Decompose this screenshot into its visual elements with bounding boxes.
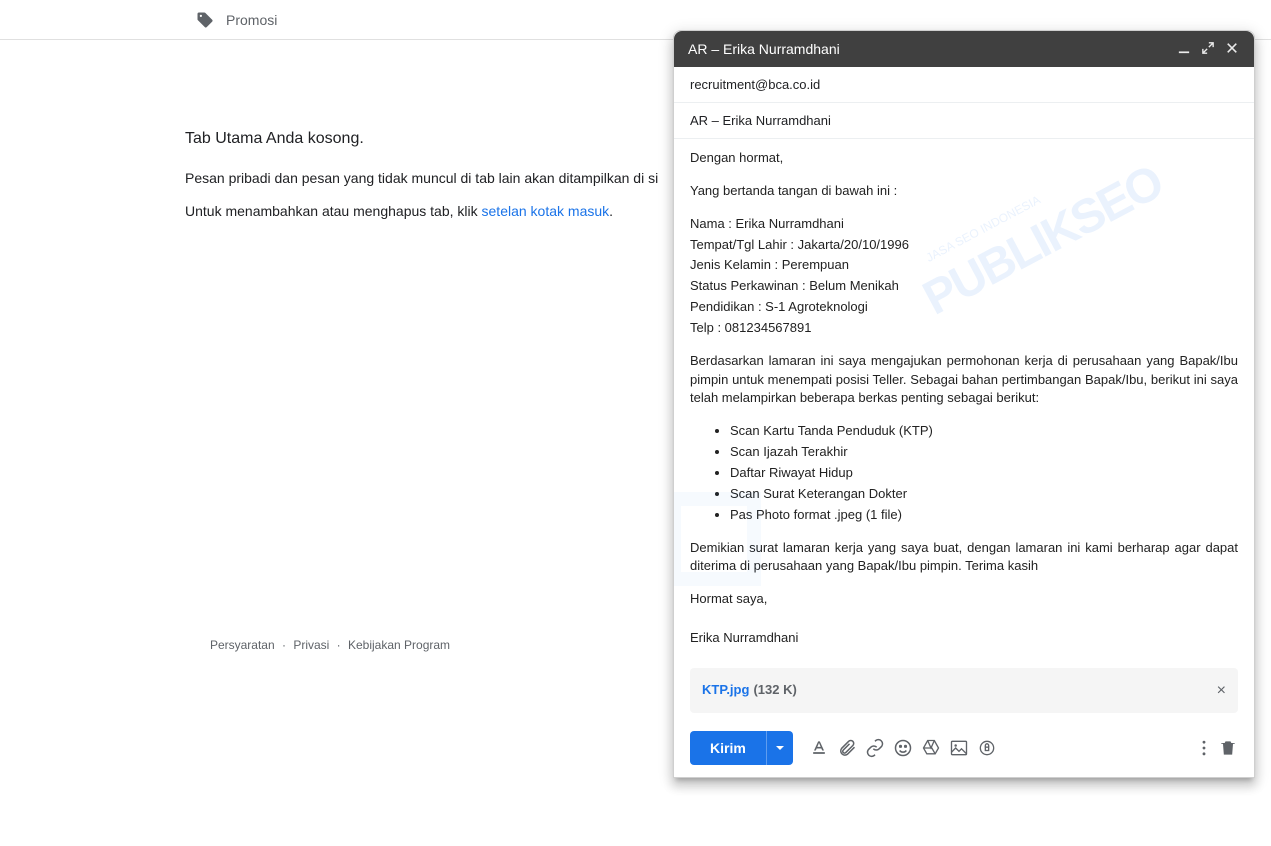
confidential-icon[interactable]	[977, 738, 997, 758]
image-icon[interactable]	[949, 738, 969, 758]
tag-icon	[196, 11, 214, 29]
body-detail-line: Telp : 081234567891	[690, 319, 1238, 338]
close-icon[interactable]	[1226, 42, 1240, 56]
send-more-button[interactable]	[766, 731, 793, 765]
footer-privacy[interactable]: Privasi	[291, 638, 331, 652]
body-paragraph-2: Demikian surat lamaran kerja yang saya b…	[690, 539, 1238, 577]
subject-field[interactable]: AR – Erika Nurramdhani	[674, 103, 1254, 139]
empty-title: Tab Utama Anda kosong.	[185, 130, 660, 148]
attachment-icon[interactable]	[837, 738, 857, 758]
body-intro: Yang bertanda tangan di bawah ini :	[690, 182, 1238, 201]
attachment-chip[interactable]: KTP.jpg(132 K) ×	[690, 668, 1238, 713]
to-field[interactable]: recruitment@bca.co.id	[674, 67, 1254, 103]
attachment-chips: KTP.jpg(132 K)×Ijazah.jpg(132 K)×Daftar …	[690, 668, 1238, 719]
format-text-icon[interactable]	[809, 738, 829, 758]
compose-window: AR – Erika Nurramdhani recruitment@bca.c…	[673, 30, 1255, 778]
attachment-size: (132 K)	[753, 681, 796, 700]
footer-links: Persyaratan · Privasi · Kebijakan Progra…	[0, 638, 660, 652]
body-salutation: Dengan hormat,	[690, 149, 1238, 168]
body-detail-line: Tempat/Tgl Lahir : Jakarta/20/10/1996	[690, 236, 1238, 255]
delete-icon[interactable]	[1218, 738, 1238, 758]
body-bullet-item: Scan Surat Keterangan Dokter	[730, 485, 1238, 504]
expand-icon[interactable]	[1202, 42, 1216, 56]
body-attachment-list: Scan Kartu Tanda Penduduk (KTP) Scan Ijaz…	[730, 422, 1238, 524]
compose-header[interactable]: AR – Erika Nurramdhani	[674, 31, 1254, 67]
body-bullet-item: Scan Ijazah Terakhir	[730, 443, 1238, 462]
empty-line-1: Pesan pribadi dan pesan yang tidak muncu…	[185, 168, 660, 189]
empty-line-2: Untuk menambahkan atau menghapus tab, kl…	[185, 201, 660, 222]
drive-icon[interactable]	[921, 738, 941, 758]
inbox-settings-link[interactable]: setelan kotak masuk	[482, 203, 610, 219]
attachment-name: KTP.jpg	[702, 681, 749, 700]
compose-toolbar: Kirim	[674, 719, 1254, 777]
link-icon[interactable]	[865, 738, 885, 758]
minimize-icon[interactable]	[1178, 42, 1192, 56]
body-detail-line: Status Perkawinan : Belum Menikah	[690, 277, 1238, 296]
body-detail-line: Jenis Kelamin : Perempuan	[690, 256, 1238, 275]
body-closing: Hormat saya,	[690, 590, 1238, 609]
body-detail-line: Pendidikan : S-1 Agroteknologi	[690, 298, 1238, 317]
more-options-icon[interactable]	[1194, 738, 1214, 758]
send-button[interactable]: Kirim	[690, 731, 766, 765]
body-detail-line: Nama : Erika Nurramdhani	[690, 215, 1238, 234]
body-bullet-item: Daftar Riwayat Hidup	[730, 464, 1238, 483]
body-paragraph-1: Berdasarkan lamaran ini saya mengajukan …	[690, 352, 1238, 409]
empty-inbox-panel: Tab Utama Anda kosong. Pesan pribadi dan…	[0, 40, 660, 222]
body-bullet-item: Scan Kartu Tanda Penduduk (KTP)	[730, 422, 1238, 441]
remove-attachment-icon[interactable]: ×	[1217, 679, 1226, 702]
send-button-group: Kirim	[690, 731, 793, 765]
body-details: Nama : Erika Nurramdhani Tempat/Tgl Lahir…	[690, 215, 1238, 338]
emoji-icon[interactable]	[893, 738, 913, 758]
compose-title: AR – Erika Nurramdhani	[688, 41, 1178, 57]
footer-policy[interactable]: Kebijakan Program	[346, 638, 452, 652]
body-bullet-item: Pas Photo format .jpeg (1 file)	[730, 506, 1238, 525]
tab-promotions[interactable]: Promosi	[180, 11, 293, 29]
footer-terms[interactable]: Persyaratan	[208, 638, 277, 652]
body-signature: Erika Nurramdhani	[690, 629, 1238, 648]
tab-promotions-label: Promosi	[226, 12, 277, 28]
compose-body[interactable]: JASA SEO INDONESIA PUBLIKSEO Dengan horm…	[674, 139, 1254, 719]
